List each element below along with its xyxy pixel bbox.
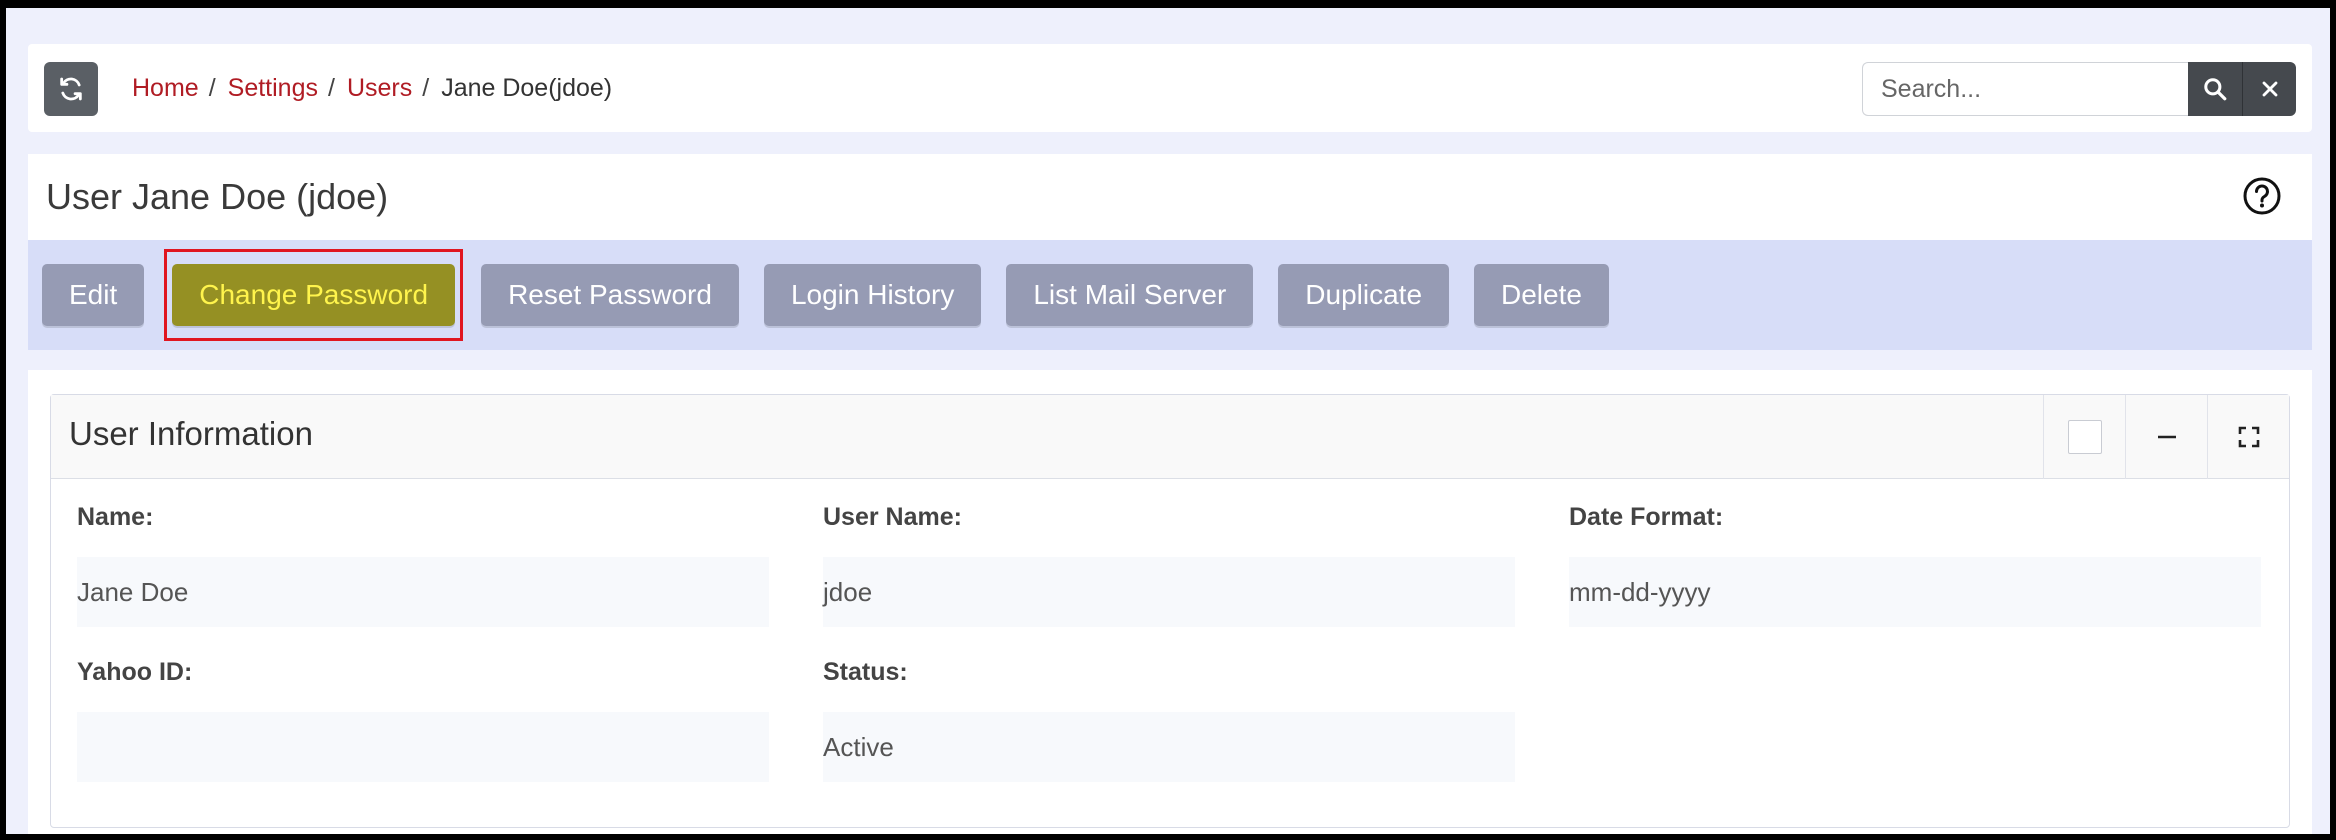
card-checkbox[interactable] (2067, 420, 2102, 454)
breadcrumb-separator: / (208, 73, 216, 102)
top-bar: Home / Settings / Users / Jane Doe(jdoe) (28, 44, 2312, 132)
minus-icon (2157, 435, 2176, 439)
clear-search-button[interactable] (2242, 62, 2296, 116)
action-toolbar: Edit Change Password Reset Password Logi… (28, 240, 2312, 350)
field-value (77, 712, 769, 782)
list-mail-server-button[interactable]: List Mail Server (1006, 264, 1254, 326)
content-area: User Information Name: Jane Doe User Nam… (28, 370, 2312, 834)
card-header: User Information (51, 395, 2289, 479)
change-password-button[interactable]: Change Password (172, 264, 456, 326)
breadcrumb-separator: / (327, 73, 335, 102)
field-label: Status: (823, 658, 908, 686)
duplicate-button[interactable]: Duplicate (1278, 264, 1450, 326)
delete-button[interactable]: Delete (1474, 264, 1609, 326)
field-label: Name: (77, 503, 154, 531)
field-date-format: Date Format: mm-dd-yyyy (1569, 503, 2261, 627)
login-history-button[interactable]: Login History (763, 264, 982, 326)
field-value: mm-dd-yyyy (1569, 557, 2261, 627)
field-label: Date Format: (1569, 503, 1724, 531)
page-title: User Jane Doe (jdoe) (46, 176, 389, 217)
help-icon (2243, 177, 2281, 215)
expand-icon (2238, 426, 2259, 448)
card-select-tool (2043, 395, 2125, 479)
field-label: User Name: (823, 503, 962, 531)
breadcrumb: Home / Settings / Users / Jane Doe(jdoe) (132, 44, 612, 132)
breadcrumb-users[interactable]: Users (347, 74, 412, 103)
refresh-icon (60, 77, 82, 101)
refresh-button[interactable] (44, 62, 98, 116)
field-yahoo-id: Yahoo ID: (77, 658, 769, 782)
page-header: User Jane Doe (jdoe) Edit Change Passwor… (28, 154, 2312, 350)
field-value: jdoe (823, 557, 1515, 627)
breadcrumb-separator: / (422, 73, 430, 102)
breadcrumb-settings[interactable]: Settings (228, 74, 318, 103)
help-button[interactable] (2242, 176, 2282, 216)
app-frame: Home / Settings / Users / Jane Doe(jdoe) (6, 8, 2330, 834)
breadcrumb-current: Jane Doe(jdoe) (441, 73, 613, 102)
user-information-card: User Information Name: Jane Doe User Nam… (50, 394, 2290, 828)
card-tools (2043, 395, 2289, 479)
card-title: User Information (69, 415, 313, 452)
field-user-name: User Name: jdoe (823, 503, 1515, 627)
collapse-button[interactable] (2125, 395, 2207, 479)
field-label: Yahoo ID: (77, 658, 193, 686)
change-password-highlight: Change Password (164, 249, 464, 341)
field-value: Jane Doe (77, 557, 769, 627)
reset-password-button[interactable]: Reset Password (481, 264, 739, 326)
breadcrumb-home[interactable]: Home (132, 74, 199, 103)
field-value: Active (823, 712, 1515, 782)
close-icon (2262, 81, 2277, 97)
search-bar (1862, 62, 2296, 116)
field-name: Name: Jane Doe (77, 503, 769, 627)
search-button[interactable] (2188, 62, 2242, 116)
search-input[interactable] (1862, 62, 2188, 116)
maximize-button[interactable] (2207, 395, 2289, 479)
field-status: Status: Active (823, 658, 1515, 782)
search-icon (2204, 78, 2227, 101)
edit-button[interactable]: Edit (42, 264, 145, 326)
